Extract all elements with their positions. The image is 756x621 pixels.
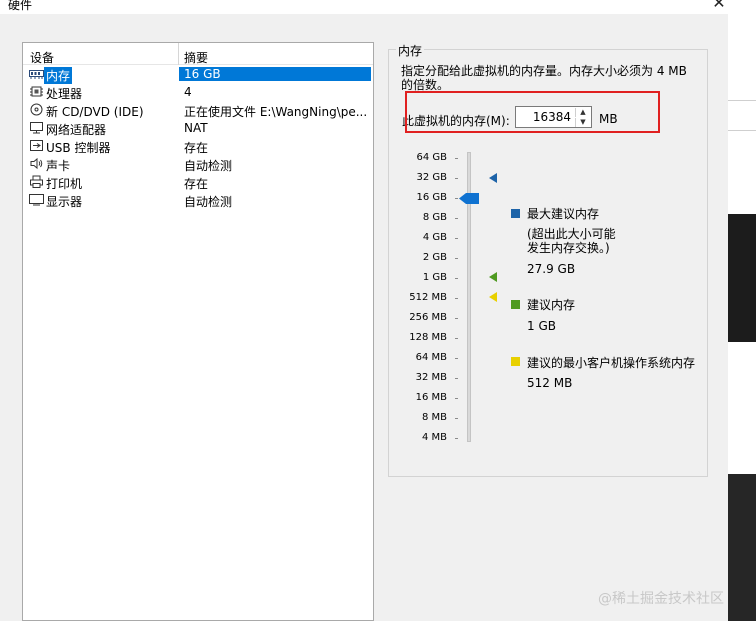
scale-tick-label: 512 MB: [409, 292, 447, 303]
device-row-usb[interactable]: USB 控制器 存在: [23, 137, 373, 155]
device-name: 打印机: [46, 177, 83, 191]
scale-tick-mark: [455, 358, 458, 359]
device-row-processor[interactable]: 处理器 4: [23, 83, 373, 101]
device-summary: NAT: [184, 121, 208, 135]
device-name: 内存: [44, 67, 73, 84]
legend-max-square-icon: [511, 209, 520, 218]
scale-tick-label: 1 GB: [422, 272, 447, 283]
scale-tick-label: 4 MB: [421, 432, 447, 443]
scale-tick-label: 16 MB: [415, 392, 447, 403]
device-name: 新 CD/DVD (IDE): [46, 105, 144, 119]
recommended-marker-icon: [489, 272, 497, 282]
scale-tick-label: 16 GB: [416, 192, 447, 203]
background-window: [728, 14, 756, 621]
device-summary: 16 GB: [179, 67, 371, 81]
device-list-header: 设备 摘要: [23, 43, 373, 65]
network-adapter-icon: [30, 122, 43, 134]
background-panel: [728, 474, 756, 621]
device-summary: 自动检测: [184, 159, 233, 173]
sound-card-icon: [30, 157, 43, 170]
device-name: 声卡: [46, 159, 71, 173]
scale-tick-mark: [455, 338, 458, 339]
divider: [728, 130, 756, 131]
scale-tick-label: 128 MB: [409, 332, 447, 343]
legend-min-title: 建议的最小客户机操作系统内存: [527, 356, 696, 370]
close-icon[interactable]: ✕: [708, 0, 730, 13]
device-summary: 自动检测: [184, 195, 233, 209]
min-recommended-marker-icon: [489, 292, 497, 302]
scale-tick-mark: [455, 298, 458, 299]
memory-group-label: 内存: [396, 42, 425, 59]
column-separator[interactable]: [178, 43, 179, 65]
device-row-cd-dvd[interactable]: 新 CD/DVD (IDE) 正在使用文件 E:\WangNing\pe...: [23, 101, 373, 119]
legend-min-value: 512 MB: [527, 376, 573, 390]
device-summary: 4: [184, 85, 192, 99]
background-panel: [728, 214, 756, 342]
device-summary: 存在: [184, 141, 209, 155]
scale-tick-mark: [455, 158, 458, 159]
device-row-printer[interactable]: 打印机 存在: [23, 173, 373, 191]
scale-tick-label: 2 GB: [422, 252, 447, 263]
scale-tick-label: 4 GB: [422, 232, 447, 243]
legend-recommended-square-icon: [511, 300, 520, 309]
legend-max-note: 发生内存交换。): [527, 241, 610, 255]
device-name: 显示器: [46, 195, 83, 209]
column-header-device[interactable]: 设备: [30, 49, 54, 66]
device-list[interactable]: 设备 摘要 内存 16 GB 处理器 4 新 CD/DVD (IDE) 正在使用…: [22, 42, 374, 621]
scale-tick-label: 256 MB: [409, 312, 447, 323]
memory-icon: [29, 70, 44, 79]
device-name: 网络适配器: [46, 123, 107, 137]
device-summary: 存在: [184, 177, 209, 191]
device-name: 处理器: [46, 87, 83, 101]
legend-max-note: (超出此大小可能: [527, 227, 616, 241]
legend-recommended-title: 建议内存: [527, 298, 576, 312]
scale-tick-label: 32 MB: [415, 372, 447, 383]
scale-tick-label: 64 MB: [415, 352, 447, 363]
scale-tick-mark: [455, 418, 458, 419]
device-row-display[interactable]: 显示器 自动检测: [23, 191, 373, 209]
device-row-network-adapter[interactable]: 网络适配器 NAT: [23, 119, 373, 137]
column-header-summary[interactable]: 摘要: [184, 49, 208, 66]
max-recommended-marker-icon: [489, 173, 497, 183]
scale-tick-mark: [455, 378, 458, 379]
legend-max-title: 最大建议内存: [527, 207, 600, 221]
scale-tick-mark: [455, 438, 458, 439]
divider: [728, 100, 756, 101]
scale-tick-label: 8 GB: [422, 212, 447, 223]
watermark: @稀土掘金技术社区: [598, 591, 724, 607]
display-icon: [29, 194, 44, 206]
cd-dvd-icon: [30, 103, 43, 116]
scale-tick-mark: [455, 178, 458, 179]
scale-tick-label: 8 MB: [421, 412, 447, 423]
printer-icon: [30, 175, 43, 188]
usb-icon: [30, 140, 43, 151]
window-title: 硬件: [8, 0, 33, 12]
title-bar: 硬件 ✕: [0, 0, 756, 14]
scale-tick-mark: [455, 318, 458, 319]
legend-recommended-value: 1 GB: [527, 319, 556, 333]
scale-tick-mark: [455, 218, 458, 219]
scale-tick-mark: [455, 198, 458, 199]
device-name: USB 控制器: [46, 141, 111, 155]
legend-max-value: 27.9 GB: [527, 262, 576, 276]
scale-tick-mark: [455, 258, 458, 259]
memory-description: 指定分配给此虚拟机的内存量。内存大小必须为 4 MB 的倍数。: [401, 64, 687, 92]
scale-tick-label: 64 GB: [416, 152, 447, 163]
scale-tick-label: 32 GB: [416, 172, 447, 183]
scale-tick-mark: [455, 398, 458, 399]
scale-tick-mark: [455, 278, 458, 279]
processor-icon: [30, 86, 43, 97]
legend-min-square-icon: [511, 357, 520, 366]
scale-tick-mark: [455, 238, 458, 239]
device-row-memory[interactable]: 内存 16 GB: [23, 65, 373, 84]
device-row-sound-card[interactable]: 声卡 自动检测: [23, 155, 373, 173]
highlight-box: [405, 91, 660, 133]
device-summary: 正在使用文件 E:\WangNing\pe...: [184, 105, 368, 119]
